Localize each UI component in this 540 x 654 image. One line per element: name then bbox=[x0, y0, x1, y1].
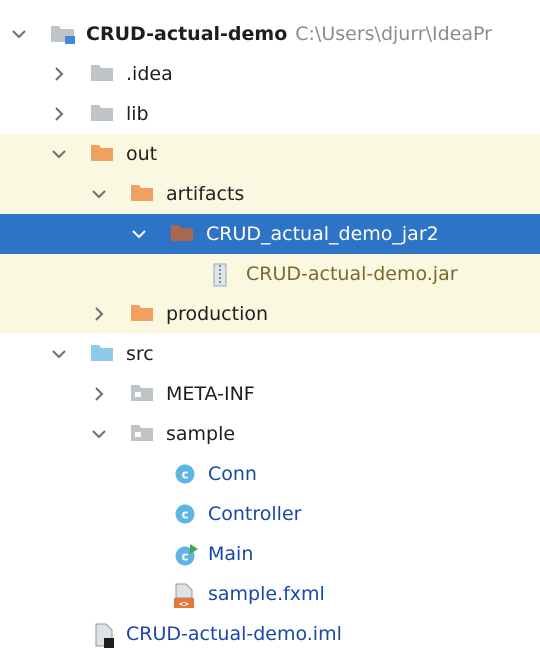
svg-text:<>: <> bbox=[179, 600, 189, 609]
tree-row-jar-file[interactable]: CRUD-actual-demo.jar bbox=[0, 254, 540, 294]
project-path: C:\Users\djurr\IdeaPr bbox=[295, 23, 492, 45]
excluded-folder-icon bbox=[130, 183, 154, 205]
file-label: CRUD-actual-demo.jar bbox=[246, 263, 458, 285]
tree-row-out[interactable]: out bbox=[0, 134, 540, 174]
folder-label: lib bbox=[126, 103, 149, 125]
jar-file-icon bbox=[212, 263, 228, 287]
tree-row-src[interactable]: src bbox=[0, 334, 540, 374]
excluded-folder-icon bbox=[90, 143, 114, 165]
folder-icon bbox=[90, 63, 114, 85]
project-tree: CRUD-actual-demo C:\Users\djurr\IdeaPr .i… bbox=[0, 0, 540, 648]
chevron-right-icon[interactable] bbox=[90, 385, 108, 403]
folder-label: META-INF bbox=[166, 383, 255, 405]
excluded-folder-icon bbox=[130, 303, 154, 325]
tree-row-lib[interactable]: lib bbox=[0, 94, 540, 134]
tree-row-controller[interactable]: c Controller bbox=[0, 494, 540, 534]
file-label: sample.fxml bbox=[208, 583, 325, 605]
package-folder-icon bbox=[130, 423, 154, 445]
chevron-down-icon[interactable] bbox=[130, 225, 148, 243]
tree-row-project-root[interactable]: CRUD-actual-demo C:\Users\djurr\IdeaPr bbox=[0, 14, 540, 54]
excluded-folder-icon bbox=[170, 223, 194, 245]
chevron-down-icon[interactable] bbox=[50, 345, 68, 363]
folder-label: production bbox=[166, 303, 269, 325]
chevron-down-icon[interactable] bbox=[10, 25, 28, 43]
module-file-icon bbox=[92, 623, 118, 648]
chevron-down-icon[interactable] bbox=[90, 185, 108, 203]
chevron-down-icon[interactable] bbox=[50, 145, 68, 163]
folder-label: out bbox=[126, 143, 158, 165]
project-name: CRUD-actual-demo C:\Users\djurr\IdeaPr bbox=[86, 23, 492, 45]
svg-text:c: c bbox=[181, 550, 188, 564]
tree-row-main[interactable]: c Main bbox=[0, 534, 540, 574]
tree-row-jar-artifact[interactable]: CRUD_actual_demo_jar2 bbox=[0, 214, 540, 254]
class-label: Main bbox=[208, 543, 254, 565]
fxml-file-icon: <> bbox=[172, 583, 198, 609]
tree-row-sample[interactable]: sample bbox=[0, 414, 540, 454]
chevron-right-icon[interactable] bbox=[50, 105, 68, 123]
tree-row-idea[interactable]: .idea bbox=[0, 54, 540, 94]
svg-text:c: c bbox=[181, 468, 188, 482]
folder-icon bbox=[90, 103, 114, 125]
chevron-right-icon[interactable] bbox=[90, 305, 108, 323]
tree-row-meta-inf[interactable]: META-INF bbox=[0, 374, 540, 414]
class-label: Conn bbox=[208, 463, 257, 485]
runnable-class-icon: c bbox=[174, 543, 200, 566]
class-label: Controller bbox=[208, 503, 302, 525]
tree-row-sample-fxml[interactable]: <> sample.fxml bbox=[0, 574, 540, 614]
chevron-right-icon[interactable] bbox=[50, 65, 68, 83]
project-folder-icon bbox=[50, 23, 75, 45]
chevron-down-icon[interactable] bbox=[90, 425, 108, 443]
folder-label: src bbox=[126, 343, 154, 365]
tree-row-production[interactable]: production bbox=[0, 294, 540, 334]
tree-row-conn[interactable]: c Conn bbox=[0, 454, 540, 494]
source-folder-icon bbox=[90, 343, 114, 365]
class-icon: c bbox=[174, 463, 196, 485]
tree-row-iml[interactable]: CRUD-actual-demo.iml bbox=[0, 614, 540, 654]
folder-label: CRUD_actual_demo_jar2 bbox=[206, 223, 439, 245]
file-label: CRUD-actual-demo.iml bbox=[126, 623, 342, 645]
folder-label: artifacts bbox=[166, 183, 245, 205]
tree-row-artifacts[interactable]: artifacts bbox=[0, 174, 540, 214]
class-icon: c bbox=[174, 503, 196, 525]
package-folder-icon bbox=[130, 383, 154, 405]
folder-label: sample bbox=[166, 423, 236, 445]
folder-label: .idea bbox=[126, 63, 173, 85]
svg-text:c: c bbox=[181, 508, 188, 522]
